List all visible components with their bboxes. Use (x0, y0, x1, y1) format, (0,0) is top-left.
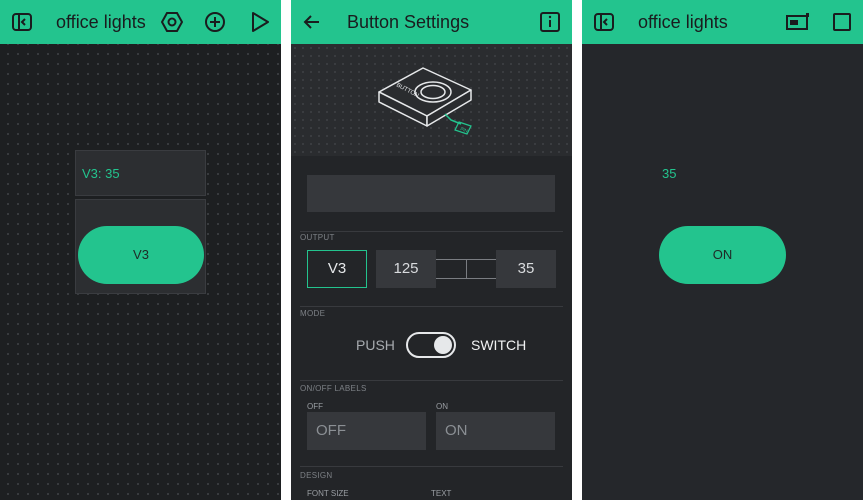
output-from-value[interactable]: 125 (376, 250, 436, 288)
add-widget-icon[interactable] (204, 11, 226, 33)
divider (300, 380, 563, 381)
back-icon[interactable] (11, 11, 33, 33)
widget-name-input[interactable] (307, 175, 555, 212)
design-section-label: DESIGN (300, 471, 333, 480)
edit-screen: office lights V3: 35 V3 (0, 0, 281, 500)
range-connector-vertical (466, 259, 467, 279)
mode-push-label[interactable]: PUSH (356, 334, 395, 356)
top-bar: Button Settings (291, 0, 572, 44)
run-screen: office lights 35 ON (582, 0, 863, 500)
output-section-label: OUTPUT (300, 233, 335, 242)
off-label-input[interactable]: OFF (307, 412, 426, 450)
mode-toggle[interactable] (406, 332, 456, 358)
value-display-text: 35 (662, 166, 677, 181)
settings-hexagon-icon[interactable] (161, 11, 183, 33)
button-widget[interactable]: V3 (78, 226, 204, 284)
settings-title: Button Settings (347, 12, 470, 32)
back-arrow-icon[interactable] (303, 13, 321, 31)
stop-icon[interactable] (832, 12, 852, 32)
pin-selector[interactable]: V3 (307, 250, 367, 288)
divider (300, 466, 563, 467)
on-label-caption: ON (436, 402, 448, 411)
text-caption: TEXT (431, 489, 452, 498)
back-icon[interactable] (593, 11, 615, 33)
top-bar: office lights (0, 0, 281, 44)
battery-icon[interactable] (786, 12, 810, 32)
button-device-illustration: BUTTON PIN (378, 67, 472, 135)
divider (300, 231, 563, 232)
value-display-text: V3: 35 (82, 166, 120, 181)
font-size-caption: FONT SIZE (307, 489, 349, 498)
button-widget-frame[interactable]: V3 (75, 199, 206, 294)
toggle-knob (434, 336, 452, 354)
divider (300, 306, 563, 307)
mode-switch-label[interactable]: SWITCH (471, 334, 526, 356)
on-off-button[interactable]: ON (659, 226, 786, 284)
project-title: office lights (638, 12, 728, 32)
settings-screen: Button Settings BUTTON PIN OUTPUT V3 125… (291, 0, 572, 500)
output-to-value[interactable]: 35 (496, 250, 556, 288)
on-label-input[interactable]: ON (436, 412, 555, 450)
widget-illustration: BUTTON PIN (291, 44, 572, 156)
top-bar: office lights (582, 0, 863, 44)
labels-section-label: ON/OFF LABELS (300, 384, 367, 393)
off-label-caption: OFF (307, 402, 323, 411)
mode-section-label: MODE (300, 309, 326, 318)
value-display-widget[interactable]: V3: 35 (75, 150, 206, 196)
play-icon[interactable] (249, 11, 271, 33)
project-title: office lights (56, 12, 146, 32)
info-icon[interactable] (540, 11, 560, 33)
